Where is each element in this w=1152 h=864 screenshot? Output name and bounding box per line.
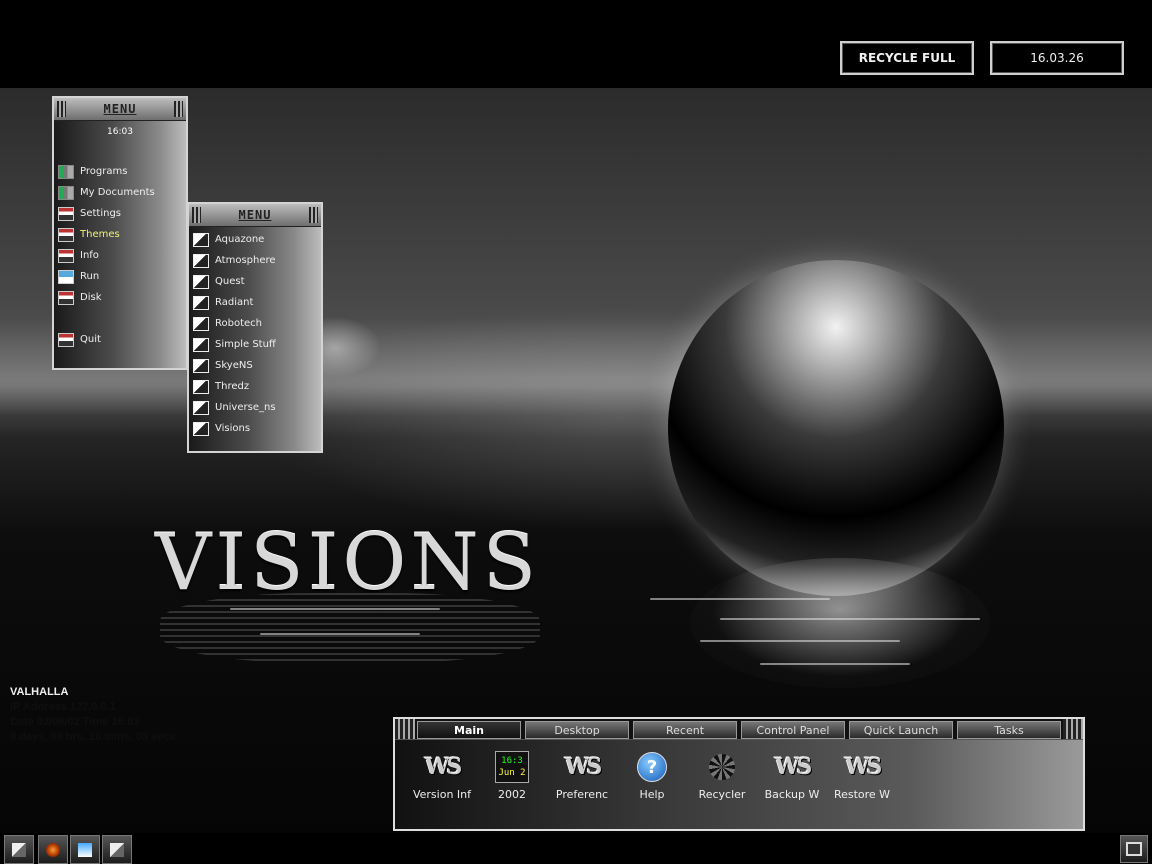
- water-ripple: [760, 663, 910, 665]
- monitor-icon: [1126, 842, 1142, 856]
- menu-item-my-documents[interactable]: My Documents: [54, 182, 186, 203]
- theme-item[interactable]: Aquazone: [189, 229, 321, 250]
- theme-item[interactable]: Simple Stuff: [189, 334, 321, 355]
- menu-item-quit[interactable]: Quit: [54, 329, 186, 350]
- run-icon: [58, 269, 74, 284]
- menu-item-themes[interactable]: Themes: [54, 224, 186, 245]
- launcher-item-preferences[interactable]: WS Preferenc: [547, 750, 617, 801]
- ws-icon: WS: [564, 754, 603, 780]
- menu-item-disk[interactable]: Disk: [54, 287, 186, 308]
- menu-clock: 16:03: [107, 127, 133, 137]
- launcher-item-recycler[interactable]: Recycler: [687, 750, 757, 801]
- launcher-items: WS Version Inf 16:3 Jun 2 2002 WS Prefere…: [395, 740, 1083, 801]
- ws-icon: WS: [424, 754, 463, 780]
- theme-item[interactable]: Atmosphere: [189, 250, 321, 271]
- paint-icon: [46, 842, 60, 857]
- quick-launch-button[interactable]: [70, 835, 100, 864]
- grip-icon[interactable]: [1063, 719, 1083, 739]
- theme-item[interactable]: Robotech: [189, 313, 321, 334]
- theme-item[interactable]: Universe_ns: [189, 397, 321, 418]
- launcher-item-backup[interactable]: WS Backup W: [757, 750, 827, 801]
- system-info: VALHALLA IP Address 127.0.0.1 Date 02/06…: [10, 685, 176, 745]
- ws-icon: WS: [774, 754, 813, 780]
- logo-reflection: [160, 593, 540, 663]
- folder-icon: [58, 290, 74, 305]
- theme-icon: [193, 232, 209, 247]
- theme-icon: [193, 295, 209, 310]
- theme-icon: [193, 358, 209, 373]
- grip-icon: [309, 207, 318, 223]
- grip-icon: [174, 101, 183, 117]
- folder-icon: [58, 248, 74, 263]
- folder-icon: [58, 227, 74, 242]
- menu-title: MENU: [103, 102, 137, 116]
- tab-control-panel[interactable]: Control Panel: [741, 721, 845, 739]
- theme-icon: [193, 274, 209, 289]
- menu-item-run[interactable]: Run: [54, 266, 186, 287]
- sysinfo-line: Date 02/06/02 Time 16:03: [10, 716, 140, 728]
- menu-item-programs[interactable]: Programs: [54, 161, 186, 182]
- launcher-item-version-info[interactable]: WS Version Inf: [407, 750, 477, 801]
- folder-icon: [58, 206, 74, 221]
- theme-icon: [193, 421, 209, 436]
- recycle-status-button[interactable]: RECYCLE FULL: [840, 41, 974, 75]
- sysinfo-line: 0 days, 00 hrs, 10 mins, 03 secs: [10, 731, 176, 743]
- theme-icon: [193, 337, 209, 352]
- theme-icon: [193, 316, 209, 331]
- theme-item[interactable]: Radiant: [189, 292, 321, 313]
- grip-icon[interactable]: [395, 719, 415, 739]
- tray-button[interactable]: [1120, 835, 1148, 863]
- quick-launch-button[interactable]: [102, 835, 132, 864]
- launcher-panel: Main Desktop Recent Control Panel Quick …: [393, 717, 1085, 831]
- theme-icon: [193, 379, 209, 394]
- water-ripple: [700, 640, 900, 642]
- date-display: 16.03.26: [990, 41, 1124, 75]
- themes-submenu: MENU Aquazone Atmosphere Quest Radiant R…: [187, 202, 323, 453]
- clock-icon: 16:3 Jun 2: [495, 751, 529, 783]
- chart-icon: [58, 185, 74, 200]
- water-ripple: [720, 618, 980, 620]
- folder-icon: [58, 332, 74, 347]
- quick-launch-button[interactable]: [38, 835, 68, 864]
- theme-item[interactable]: Quest: [189, 271, 321, 292]
- help-icon: ?: [637, 752, 667, 782]
- menu-item-info[interactable]: Info: [54, 245, 186, 266]
- document-icon: [78, 842, 92, 857]
- folder-icon: [12, 842, 26, 857]
- grip-icon: [192, 207, 201, 223]
- tab-recent[interactable]: Recent: [633, 721, 737, 739]
- theme-icon: [193, 253, 209, 268]
- theme-item[interactable]: SkyeNS: [189, 355, 321, 376]
- orb-reflection: [690, 558, 990, 688]
- tab-desktop[interactable]: Desktop: [525, 721, 629, 739]
- hostname: VALHALLA: [10, 686, 69, 698]
- theme-item[interactable]: Visions: [189, 418, 321, 439]
- recycler-icon: [708, 753, 736, 781]
- menu-header[interactable]: MENU: [189, 204, 321, 227]
- launcher-tabs: Main Desktop Recent Control Panel Quick …: [395, 719, 1083, 740]
- sysinfo-line: IP Address 127.0.0.1: [10, 701, 116, 713]
- theme-icon: [193, 400, 209, 415]
- ws-icon: WS: [844, 754, 883, 780]
- menu-header[interactable]: MENU: [54, 98, 186, 121]
- main-menu: MENU 16:03 Programs My Documents Setting…: [52, 96, 188, 370]
- folder-icon: [110, 842, 124, 857]
- chrome-orb: [668, 260, 1004, 596]
- tab-quick-launch[interactable]: Quick Launch: [849, 721, 953, 739]
- tab-main[interactable]: Main: [417, 721, 521, 739]
- launcher-item-restore[interactable]: WS Restore W: [827, 750, 897, 801]
- menu-title: MENU: [238, 208, 272, 222]
- tab-tasks[interactable]: Tasks: [957, 721, 1061, 739]
- grip-icon: [57, 101, 66, 117]
- launcher-item-help[interactable]: ? Help: [617, 750, 687, 801]
- chart-icon: [58, 164, 74, 179]
- water-ripple: [650, 598, 830, 600]
- taskbar: [0, 833, 1152, 864]
- quick-launch-button[interactable]: [4, 835, 34, 864]
- menu-item-settings[interactable]: Settings: [54, 203, 186, 224]
- theme-item[interactable]: Thredz: [189, 376, 321, 397]
- launcher-item-clock[interactable]: 16:3 Jun 2 2002: [477, 750, 547, 801]
